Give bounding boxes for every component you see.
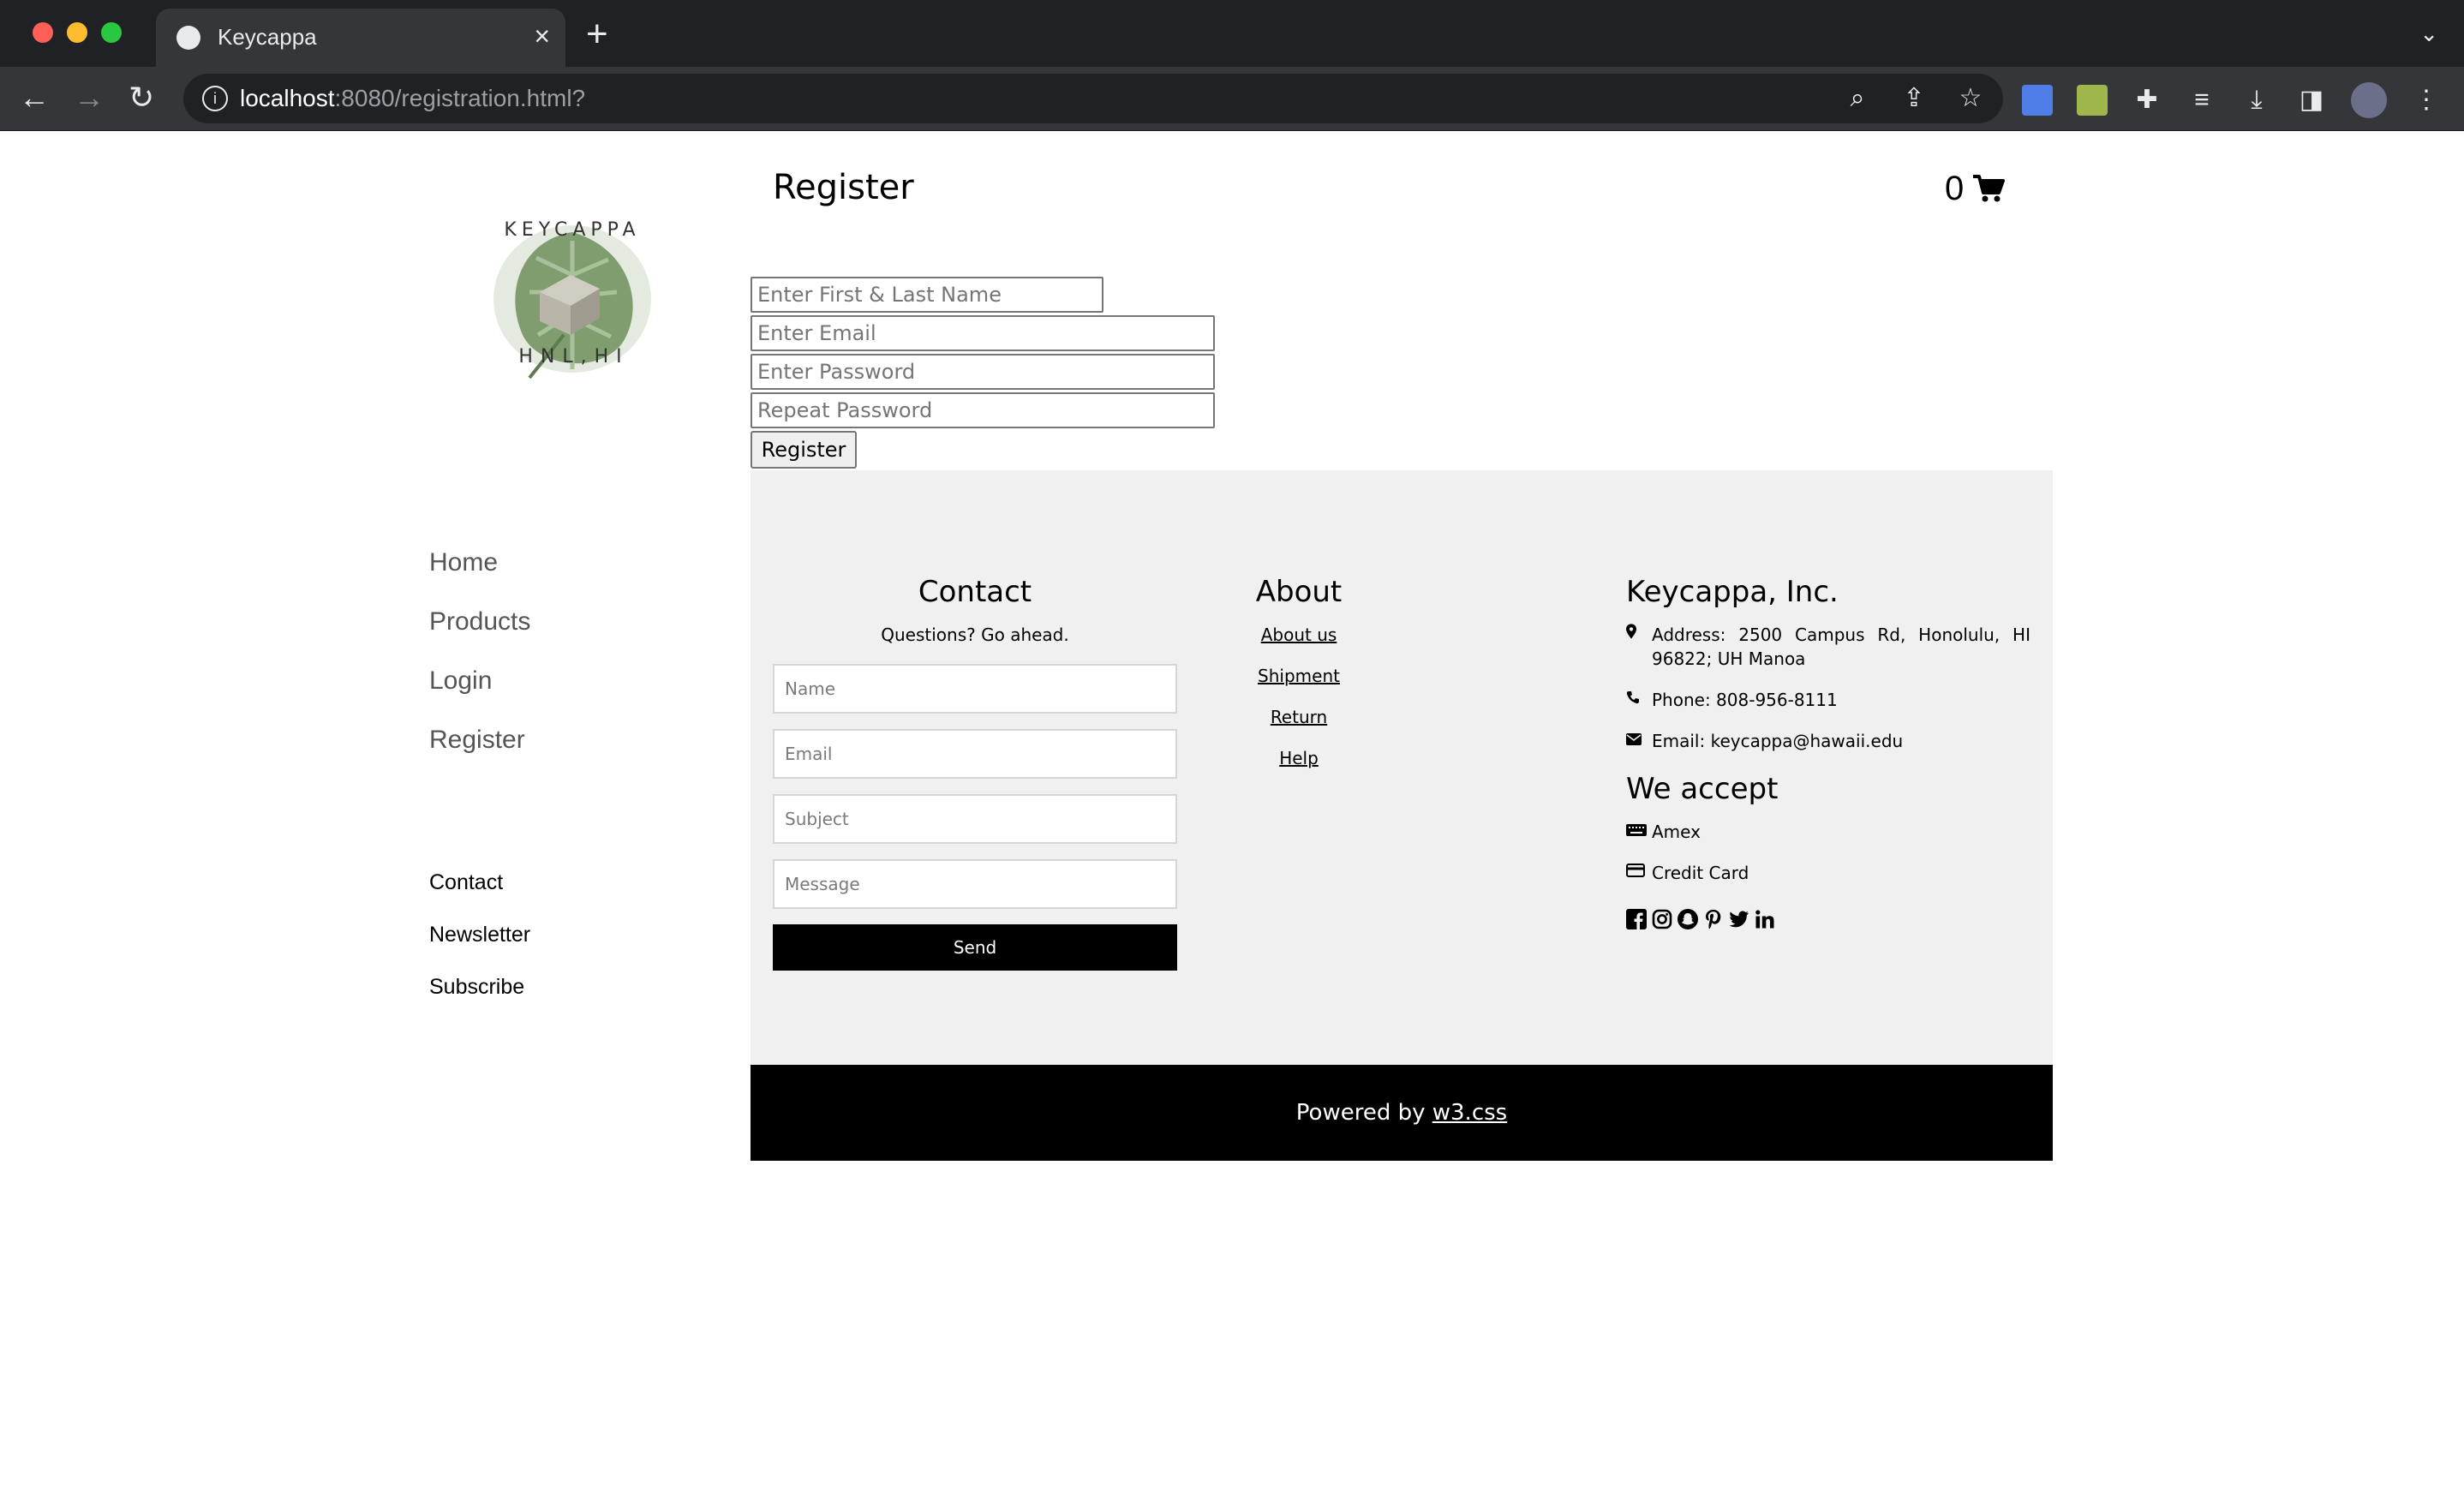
keycappa-logo: KEYCAPPA HNL,HI bbox=[493, 219, 651, 379]
phone-line: Phone: 808-956-8111 bbox=[1626, 688, 2030, 712]
sidebar-item-register[interactable]: Register bbox=[429, 723, 530, 782]
share-icon[interactable]: ⇪ bbox=[1899, 82, 1929, 115]
pinterest-icon[interactable] bbox=[1703, 909, 1724, 929]
browser-tab[interactable]: Keycappa × bbox=[156, 9, 565, 67]
powered-by-bar: Powered by w3.css bbox=[751, 1065, 2053, 1161]
snapchat-icon[interactable] bbox=[1678, 909, 1698, 929]
new-tab-icon[interactable]: + bbox=[586, 15, 608, 53]
sidebar-link-subscribe[interactable]: Subscribe bbox=[429, 972, 530, 1025]
page-title: Register bbox=[773, 168, 914, 207]
maximize-window-button[interactable] bbox=[101, 22, 122, 43]
contact-heading: Contact bbox=[918, 575, 1032, 609]
email-field[interactable] bbox=[751, 315, 1215, 351]
extension-window-icon[interactable] bbox=[2022, 85, 2053, 116]
address-line: Address: 2500 Campus Rd, Honolulu, HI 96… bbox=[1626, 623, 2030, 671]
extension-image-icon[interactable] bbox=[2077, 85, 2108, 116]
media-queue-icon[interactable]: ≡ bbox=[2186, 85, 2217, 116]
footer-about-column: About About us Shipment Return Help bbox=[1230, 573, 1367, 787]
password-field[interactable] bbox=[751, 354, 1215, 390]
company-heading: Keycappa, Inc. bbox=[1626, 575, 1839, 609]
register-button[interactable]: Register bbox=[751, 431, 857, 469]
phone-text: Phone: 808-956-8111 bbox=[1652, 690, 1838, 710]
credit-card-icon bbox=[1626, 861, 1645, 885]
side-panel-icon[interactable]: ◨ bbox=[2296, 85, 2327, 116]
facebook-icon[interactable] bbox=[1626, 909, 1647, 929]
amex-label: Amex bbox=[1652, 822, 1701, 842]
twitter-icon[interactable] bbox=[1729, 909, 1749, 929]
footer-company-column: Keycappa, Inc. Address: 2500 Campus Rd, … bbox=[1626, 573, 2030, 929]
help-link[interactable]: Help bbox=[1230, 746, 1367, 770]
profile-avatar[interactable] bbox=[2351, 82, 2387, 118]
envelope-icon bbox=[1626, 729, 1645, 753]
footer-panel: Contact Questions? Go ahead. Send About … bbox=[751, 470, 2053, 1065]
sidebar-link-contact[interactable]: Contact bbox=[429, 868, 530, 920]
contact-message-input[interactable] bbox=[773, 859, 1177, 909]
send-button[interactable]: Send bbox=[773, 924, 1177, 971]
contact-subject-input[interactable] bbox=[773, 794, 1177, 844]
browser-toolbar: ← → ↻ i localhost:8080/registration.html… bbox=[0, 67, 2464, 131]
email-line: Email: keycappa@hawaii.edu bbox=[1626, 729, 2030, 753]
cart-button[interactable]: 0 bbox=[1945, 169, 2006, 208]
tab-close-icon[interactable]: × bbox=[534, 19, 550, 53]
contact-subtitle: Questions? Go ahead. bbox=[881, 624, 1069, 645]
social-links bbox=[1626, 909, 2030, 929]
sidebar-link-newsletter[interactable]: Newsletter bbox=[429, 920, 530, 972]
url-text[interactable]: localhost:8080/registration.html? bbox=[240, 84, 585, 113]
bookmark-star-icon[interactable]: ☆ bbox=[1955, 82, 1986, 115]
forward-arrow-icon[interactable]: → bbox=[74, 79, 105, 117]
payment-amex: Amex bbox=[1626, 820, 2030, 844]
address-text: Address: 2500 Campus Rd, Honolulu, HI 96… bbox=[1652, 624, 2030, 669]
site-info-icon[interactable]: i bbox=[202, 86, 228, 111]
shopping-cart-icon bbox=[1973, 175, 2006, 202]
linkedin-icon[interactable] bbox=[1755, 909, 1775, 929]
page-content: KEYCAPPA HNL,HI Home Products Login Regi… bbox=[0, 131, 2464, 1494]
credit-card-label: Credit Card bbox=[1652, 863, 1749, 883]
about-heading: About bbox=[1255, 575, 1343, 609]
contact-email-input[interactable] bbox=[773, 729, 1177, 779]
email-text: Email: keycappa@hawaii.edu bbox=[1652, 731, 1904, 751]
sidebar-item-login[interactable]: Login bbox=[429, 664, 530, 723]
return-link[interactable]: Return bbox=[1230, 705, 1367, 729]
full-name-field[interactable] bbox=[751, 277, 1103, 313]
sidebar-item-products[interactable]: Products bbox=[429, 605, 530, 664]
reload-icon[interactable]: ↻ bbox=[129, 79, 154, 117]
footer: Contact Questions? Go ahead. Send About … bbox=[751, 470, 2053, 1194]
logo-text-top: KEYCAPPA bbox=[504, 219, 640, 241]
minimize-window-button[interactable] bbox=[67, 22, 87, 43]
cart-count: 0 bbox=[1945, 170, 1965, 207]
globe-icon bbox=[176, 26, 200, 50]
kebab-menu-icon[interactable]: ⋮ bbox=[2411, 85, 2442, 116]
powered-by-text: Powered by bbox=[1295, 1100, 1432, 1126]
instagram-icon[interactable] bbox=[1652, 909, 1672, 929]
repeat-password-field[interactable] bbox=[751, 392, 1215, 428]
payment-credit-card: Credit Card bbox=[1626, 861, 2030, 885]
about-us-link[interactable]: About us bbox=[1230, 623, 1367, 647]
sidebar-nav: Home Products Login Register bbox=[429, 546, 530, 782]
zoom-icon[interactable]: ⌕ bbox=[1842, 82, 1873, 115]
download-icon[interactable]: ⤓ bbox=[2241, 85, 2272, 116]
we-accept-heading: We accept bbox=[1626, 772, 1779, 806]
sidebar-item-home[interactable]: Home bbox=[429, 546, 530, 605]
map-marker-icon bbox=[1626, 623, 1645, 671]
tab-title: Keycappa bbox=[218, 24, 317, 50]
sidebar-secondary-nav: Contact Newsletter Subscribe bbox=[429, 868, 530, 1025]
footer-contact-column: Contact Questions? Go ahead. Send bbox=[773, 573, 1177, 971]
keyboard-icon bbox=[1626, 820, 1647, 844]
tab-search-chevron-icon[interactable]: ⌄ bbox=[2419, 21, 2438, 47]
phone-icon bbox=[1626, 688, 1645, 712]
shipment-link[interactable]: Shipment bbox=[1230, 664, 1367, 688]
back-arrow-icon[interactable]: ← bbox=[19, 79, 50, 117]
address-bar[interactable]: i localhost:8080/registration.html? ⌕ ⇪ … bbox=[183, 74, 2003, 123]
contact-name-input[interactable] bbox=[773, 664, 1177, 714]
logo-text-bottom: HNL,HI bbox=[518, 346, 629, 368]
close-window-button[interactable] bbox=[33, 22, 53, 43]
puzzle-icon[interactable]: ✚ bbox=[2132, 85, 2162, 116]
browser-tab-bar: Keycappa × + ⌄ bbox=[0, 0, 2464, 67]
w3css-link[interactable]: w3.css bbox=[1432, 1100, 1507, 1126]
